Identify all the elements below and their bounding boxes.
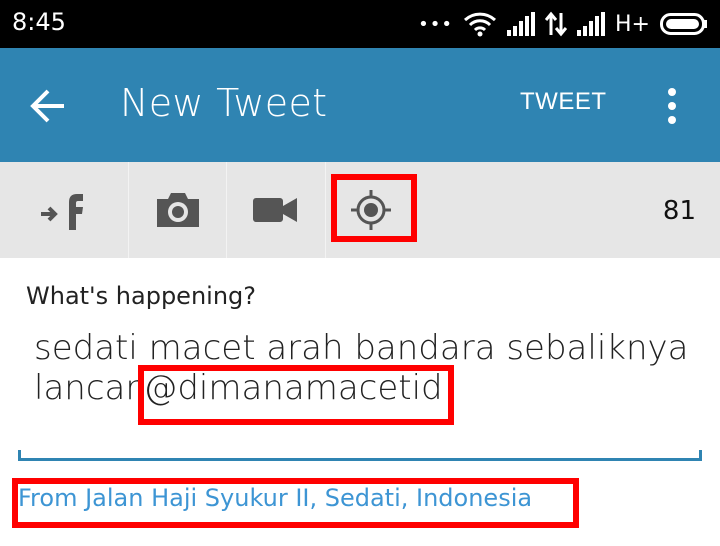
status-icons: ••• H+ [418,10,708,38]
video-button[interactable] [227,162,325,258]
status-time: 8:45 [12,8,66,36]
signal-icon-2 [577,12,606,36]
camera-button[interactable] [129,162,226,258]
battery-icon [660,12,708,36]
back-button[interactable] [28,86,84,126]
compose-label: What's happening? [26,282,257,310]
wifi-icon [463,11,497,37]
tweet-button[interactable]: TWEET [520,88,607,116]
more-vert-icon [668,88,676,124]
facebook-share-button[interactable] [0,162,128,258]
arrow-left-icon [30,89,64,123]
location-highlight-box [331,174,417,242]
location-text-highlight-box [12,478,579,528]
app-bar: New Tweet TWEET [0,48,720,162]
status-bar: 8:45 ••• H+ [0,0,720,48]
compose-toolbar: 81 [0,162,720,258]
notification-dots: ••• [418,13,454,35]
input-underline [18,450,702,461]
camera-icon [156,193,199,227]
video-icon [253,198,297,222]
signal-icon [507,12,536,36]
overflow-menu-button[interactable] [660,86,684,126]
mention-highlight-box [138,365,454,425]
facebook-share-icon [41,194,83,230]
network-type: H+ [615,11,650,37]
data-transfer-icon [545,11,568,37]
page-title: New Tweet [120,81,328,125]
character-count: 81 [662,196,696,226]
